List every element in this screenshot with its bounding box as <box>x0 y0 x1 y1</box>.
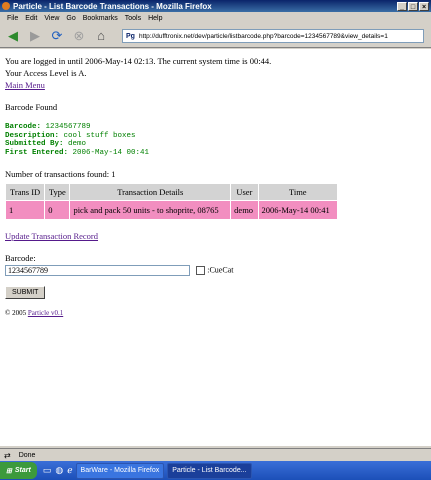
start-button[interactable]: ⊞ Start <box>0 462 37 479</box>
barcode-input[interactable]: 1234567789 <box>5 264 190 276</box>
header-transaction-details: Transaction Details <box>69 183 232 201</box>
main-menu-link[interactable]: Main Menu <box>5 80 45 90</box>
menu-file[interactable]: File <box>7 15 18 22</box>
access-level: Your Access Level is A. <box>5 68 87 78</box>
menu-bar: File Edit View Go Bookmarks Tools Help <box>0 12 431 24</box>
task-particle-label: Particle - List Barcode... <box>172 467 247 474</box>
page-content: You are logged in until 2006-May-14 02:1… <box>0 49 431 446</box>
menu-go[interactable]: Go <box>66 15 75 22</box>
barcode-found-heading: Barcode Found <box>5 102 58 112</box>
windows-logo-icon: ⊞ <box>6 467 12 475</box>
home-icon[interactable]: ⌂ <box>92 27 110 45</box>
firefox-icon <box>2 2 10 10</box>
menu-edit[interactable]: Edit <box>25 15 37 22</box>
submitted-by-label: Submitted By: <box>5 140 64 148</box>
quicklaunch-firefox-icon[interactable]: ◍ <box>55 465 63 476</box>
site-favicon-icon: Pg <box>126 32 135 40</box>
window-title: Particle - List Barcode Transactions - M… <box>13 1 212 11</box>
cell-time: 2006-May-14 00:41 <box>257 200 339 220</box>
maximize-button[interactable]: □ <box>408 1 418 11</box>
close-button[interactable]: × <box>419 1 429 11</box>
barcode-label: Barcode: <box>5 123 42 131</box>
menu-bookmarks[interactable]: Bookmarks <box>83 15 118 22</box>
menu-tools[interactable]: Tools <box>125 15 141 22</box>
task-barware[interactable]: BarWare - Mozilla Firefox <box>75 462 165 479</box>
login-status: You are logged in until 2006-May-14 02:1… <box>5 56 272 66</box>
start-label: Start <box>14 467 31 474</box>
first-entered-label: First Entered: <box>5 148 69 157</box>
barcode-field-label: Barcode: <box>5 253 36 263</box>
status-text: Done <box>18 451 36 459</box>
submit-button[interactable]: SUBMIT <box>5 285 46 299</box>
reload-icon[interactable]: ⟳ <box>48 27 66 45</box>
connection-icon: ⇄ <box>4 450 11 460</box>
header-user: User <box>230 183 259 201</box>
transactions-table: Trans ID Type Transaction Details User T… <box>4 183 339 220</box>
footer-copyright: © 2005 <box>5 308 27 317</box>
cell-trans-id: 1 <box>4 200 46 220</box>
menu-view[interactable]: View <box>44 15 59 22</box>
cell-type: 0 <box>44 200 71 220</box>
table-header-row: Trans ID Type Transaction Details User T… <box>4 183 339 201</box>
task-particle[interactable]: Particle - List Barcode... <box>167 462 252 479</box>
description-value: cool stuff boxes <box>63 131 136 140</box>
url-text: http://dufftronix.net/dev/particle/listb… <box>138 32 388 40</box>
header-time: Time <box>257 183 339 201</box>
cell-transaction-details: pick and pack 50 units - to shoprite, 08… <box>69 200 232 220</box>
cuecat-label: :CueCat <box>207 265 234 275</box>
quicklaunch-desktop-icon[interactable]: ▭ <box>43 465 52 476</box>
minimize-button[interactable]: _ <box>397 1 407 11</box>
back-arrow-icon[interactable]: ◀ <box>4 27 22 45</box>
quicklaunch-ie-icon[interactable]: ℯ <box>67 465 72 476</box>
barcode-value: 1234567789 <box>45 123 91 131</box>
description-label: Description: <box>5 131 60 140</box>
window-titlebar: Particle - List Barcode Transactions - M… <box>0 0 431 12</box>
taskbar: ⊞ Start ▭ ◍ ℯ BarWare - Mozilla Firefox … <box>0 461 431 480</box>
table-row: 1 0 pick and pack 50 units - to shoprite… <box>4 200 339 220</box>
stop-icon[interactable]: ⊗ <box>70 27 88 45</box>
first-entered-value: 2006-May-14 00:41 <box>72 148 150 157</box>
cell-user: demo <box>230 200 259 220</box>
status-bar: ⇄ Done <box>0 448 431 461</box>
header-trans-id: Trans ID <box>4 183 46 201</box>
footer-particle-link[interactable]: Particle v0.1 <box>28 309 63 317</box>
menu-help[interactable]: Help <box>148 15 162 22</box>
url-bar[interactable]: Pg http://dufftronix.net/dev/particle/li… <box>122 29 424 43</box>
cuecat-checkbox[interactable] <box>196 265 206 275</box>
transaction-count: Number of transactions found: 1 <box>5 169 116 179</box>
forward-arrow-icon[interactable]: ▶ <box>26 27 44 45</box>
submitted-by-value: demo <box>68 140 87 148</box>
barcode-details: Barcode: 1234567789 Description: cool st… <box>5 123 431 157</box>
task-barware-label: BarWare - Mozilla Firefox <box>80 467 160 474</box>
header-type: Type <box>44 183 71 201</box>
update-transaction-link[interactable]: Update Transaction Record <box>5 231 98 241</box>
